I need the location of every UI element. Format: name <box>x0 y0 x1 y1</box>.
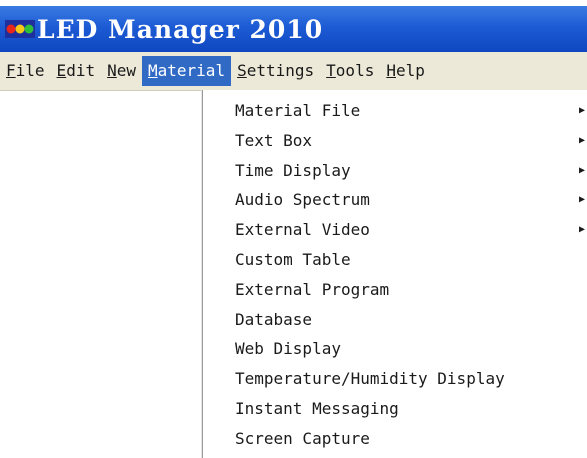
submenu-arrow-icon: ▶ <box>578 194 585 206</box>
menu-item-label: Screen Capture <box>235 428 370 448</box>
menu-file[interactable]: File <box>0 56 51 86</box>
menu-item-database[interactable]: Database <box>203 305 587 335</box>
menu-item-label: Audio Spectrum <box>235 190 370 210</box>
menu-item-label: Time Display <box>235 160 351 180</box>
menu-tools[interactable]: Tools <box>320 56 380 86</box>
menu-item-label: Web Display <box>235 339 341 359</box>
menu-material-label: aterial <box>157 61 226 80</box>
menu-item-label: Database <box>235 309 313 329</box>
menu-item-audio-spectrum[interactable]: Audio Spectrum ▶ <box>203 185 587 215</box>
menu-item-external-video[interactable]: External Video ▶ <box>203 215 587 245</box>
menu-settings[interactable]: Settings <box>231 56 320 86</box>
menu-edit[interactable]: Edit <box>51 56 102 86</box>
menu-material-mnemonic: M <box>148 61 158 80</box>
menu-new-label: ew <box>116 61 136 80</box>
menu-file-mnemonic: F <box>6 61 16 80</box>
title-bar: LED Manager 2010 <box>0 6 587 52</box>
menu-item-web-display[interactable]: Web Display <box>203 334 587 364</box>
menu-item-material-file[interactable]: Material File ▶ <box>203 96 587 126</box>
submenu-arrow-icon: ▶ <box>578 164 585 176</box>
menu-new-mnemonic: N <box>107 61 117 80</box>
menu-settings-label: ettings <box>246 61 315 80</box>
menu-item-screen-capture[interactable]: Screen Capture <box>203 424 587 454</box>
window-title: LED Manager 2010 <box>37 14 324 44</box>
menu-item-label: External Video <box>235 220 370 240</box>
menu-item-temperature-humidity-display[interactable]: Temperature/Humidity Display <box>203 364 587 394</box>
menu-item-custom-table[interactable]: Custom Table <box>203 245 587 275</box>
menu-item-label: External Program <box>235 279 390 299</box>
menu-new[interactable]: New <box>101 56 142 86</box>
menu-tools-label: ools <box>335 61 375 80</box>
menu-item-external-program[interactable]: External Program <box>203 275 587 305</box>
menu-tools-mnemonic: T <box>326 61 336 80</box>
submenu-arrow-icon: ▶ <box>578 134 585 146</box>
menu-material[interactable]: Material <box>142 56 232 86</box>
menu-item-label: Instant Messaging <box>235 398 399 418</box>
menu-item-label: Temperature/Humidity Display <box>235 369 505 389</box>
led-app-icon <box>5 18 35 40</box>
menu-item-instant-messaging[interactable]: Instant Messaging <box>203 394 587 424</box>
material-dropdown-menu: Material File ▶ Text Box ▶ Time Display … <box>202 90 587 458</box>
menu-item-label: Text Box <box>235 130 313 150</box>
menu-edit-mnemonic: E <box>56 61 67 80</box>
menu-item-time-display[interactable]: Time Display ▶ <box>203 156 587 186</box>
menu-item-label: Material File <box>235 101 361 120</box>
menu-help-label: elp <box>395 61 425 80</box>
menu-file-label: ile <box>15 61 45 80</box>
menu-item-label: Custom Table <box>235 249 351 269</box>
menu-help-mnemonic: H <box>386 61 396 80</box>
menu-help[interactable]: Help <box>380 56 431 86</box>
menu-item-text-box[interactable]: Text Box ▶ <box>203 126 587 156</box>
submenu-arrow-icon: ▶ <box>578 224 585 236</box>
menu-edit-label: dit <box>66 61 96 80</box>
menu-bar: File Edit New Material Settings Tools He… <box>0 52 587 91</box>
submenu-arrow-icon: ▶ <box>578 105 585 116</box>
menu-settings-mnemonic: S <box>237 61 247 80</box>
